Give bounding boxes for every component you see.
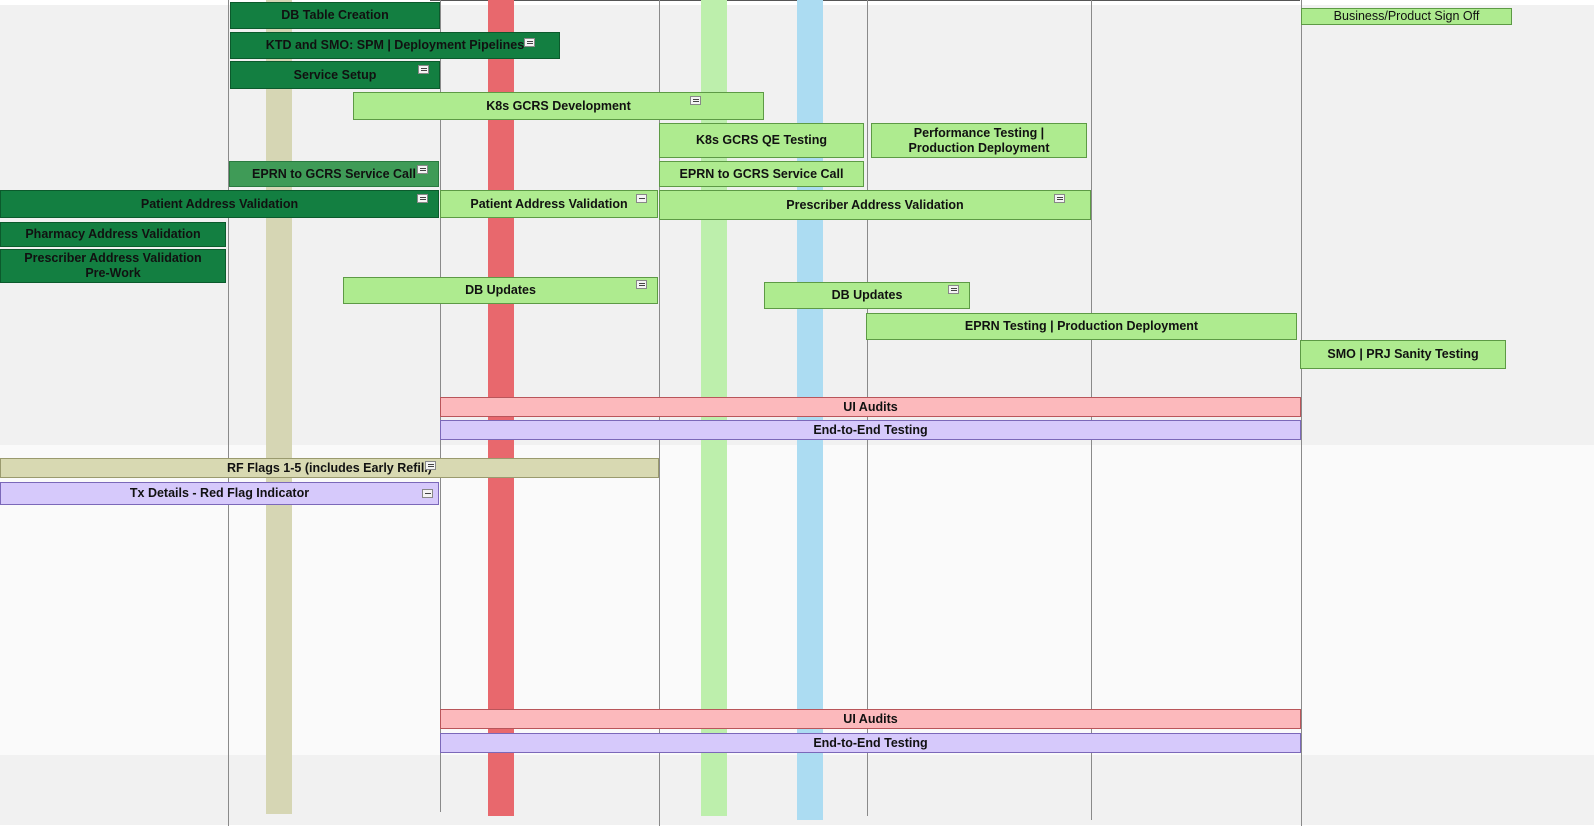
task-label: KTD and SMO: SPM | Deployment Pipelines [265,38,525,52]
task-label: Prescriber Address Validation [786,197,964,212]
note-icon[interactable] [417,165,428,174]
note-icon[interactable] [422,489,433,498]
task-e2e-testing-b[interactable]: End-to-End Testing [440,733,1301,753]
note-icon[interactable] [636,194,647,203]
note-icon[interactable] [1054,194,1065,203]
task-label: Pharmacy Address Validation [25,227,201,241]
milestone-stripe-khaki [266,0,292,814]
task-label: UI Audits [843,711,898,726]
task-label: SMO | PRJ Sanity Testing [1327,347,1479,361]
task-label: DB Updates [465,283,536,297]
task-label: Tx Details - Red Flag Indicator [129,486,310,500]
task-db-updates-a[interactable]: DB Updates [343,277,658,304]
task-service-setup[interactable]: Service Setup [230,61,440,89]
task-smo-prj-sanity[interactable]: SMO | PRJ Sanity Testing [1300,340,1506,369]
task-tx-details[interactable]: Tx Details - Red Flag Indicator [0,482,439,505]
task-label: Performance Testing | Production Deploym… [908,125,1050,155]
task-label: DB Updates [831,288,903,302]
task-ui-audits-b[interactable]: UI Audits [440,709,1301,729]
task-eprn-to-gcrs-a[interactable]: EPRN to GCRS Service Call [229,161,439,187]
task-label: Patient Address Validation [470,196,628,211]
note-icon[interactable] [690,96,701,105]
task-db-table-creation[interactable]: DB Table Creation [230,2,440,29]
task-label: Prescriber Address Validation Pre-Work [24,251,202,280]
task-e2e-testing-a[interactable]: End-to-End Testing [440,420,1301,440]
task-prescriber-address-validation[interactable]: Prescriber Address Validation [659,190,1091,220]
task-patient-address-validation-b[interactable]: Patient Address Validation [440,190,658,218]
task-label: End-to-End Testing [813,422,928,437]
task-label: RF Flags 1-5 (includes Early Refill) [227,460,432,475]
task-eprn-to-gcrs-b[interactable]: EPRN to GCRS Service Call [659,161,864,187]
task-patient-address-validation-a[interactable]: Patient Address Validation [0,190,439,218]
note-icon[interactable] [524,38,535,47]
task-label: EPRN to GCRS Service Call [679,166,844,181]
note-icon[interactable] [425,461,436,470]
note-icon[interactable] [948,285,959,294]
task-k8s-gcrs-qe-testing[interactable]: K8s GCRS QE Testing [659,123,864,158]
task-pharmacy-address-validation[interactable]: Pharmacy Address Validation [0,222,226,247]
task-label: K8s GCRS Development [486,98,631,113]
column-divider [228,0,229,826]
task-label: DB Table Creation [281,8,389,22]
note-icon[interactable] [636,280,647,289]
note-icon[interactable] [417,194,428,203]
task-label: EPRN to GCRS Service Call [252,166,416,181]
column-divider [1301,0,1302,826]
task-rf-flags[interactable]: RF Flags 1-5 (includes Early Refill) [0,458,659,478]
task-performance-testing[interactable]: Performance Testing | Production Deploym… [871,123,1087,158]
task-label: UI Audits [843,399,898,414]
task-ktd-smo-pipelines[interactable]: KTD and SMO: SPM | Deployment Pipelines [230,32,560,59]
task-label: Patient Address Validation [140,196,299,211]
note-icon[interactable] [418,65,429,74]
task-label: Business/Product Sign Off [1333,9,1480,23]
task-k8s-gcrs-development[interactable]: K8s GCRS Development [353,92,764,120]
task-label: End-to-End Testing [813,735,928,750]
task-label: Service Setup [293,67,377,82]
task-business-signoff[interactable]: Business/Product Sign Off [1301,8,1512,25]
task-db-updates-b[interactable]: DB Updates [764,282,970,309]
task-prescriber-prework[interactable]: Prescriber Address Validation Pre-Work [0,249,226,283]
task-ui-audits-a[interactable]: UI Audits [440,397,1301,417]
task-eprn-testing[interactable]: EPRN Testing | Production Deployment [866,313,1297,340]
task-label: EPRN Testing | Production Deployment [964,319,1199,333]
top-border-line [430,0,1300,1]
task-label: K8s GCRS QE Testing [695,133,828,147]
